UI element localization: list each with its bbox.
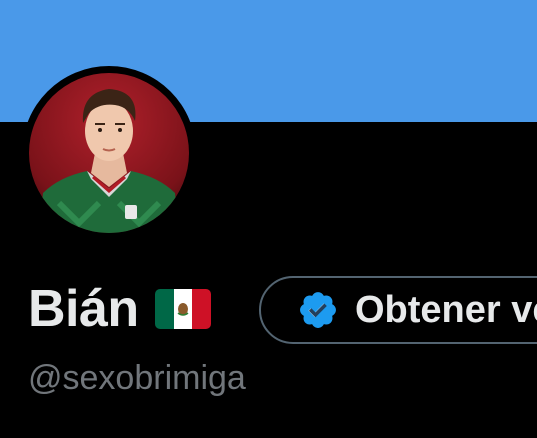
get-verified-button[interactable]: Obtener verificación	[259, 276, 537, 344]
display-name: Bián	[28, 280, 139, 338]
verified-badge-icon	[300, 292, 336, 328]
user-handle: @sexobrimiga	[28, 359, 246, 397]
mexico-flag-icon	[154, 289, 211, 329]
get-verified-label: Obtener verificación	[355, 289, 537, 331]
name-row: Bián	[28, 278, 211, 340]
profile-photo-icon	[29, 73, 189, 233]
avatar[interactable]	[29, 73, 189, 233]
profile-page: Bián Obtener verificación @sexobrimiga	[0, 0, 537, 438]
avatar-ring	[22, 66, 196, 240]
